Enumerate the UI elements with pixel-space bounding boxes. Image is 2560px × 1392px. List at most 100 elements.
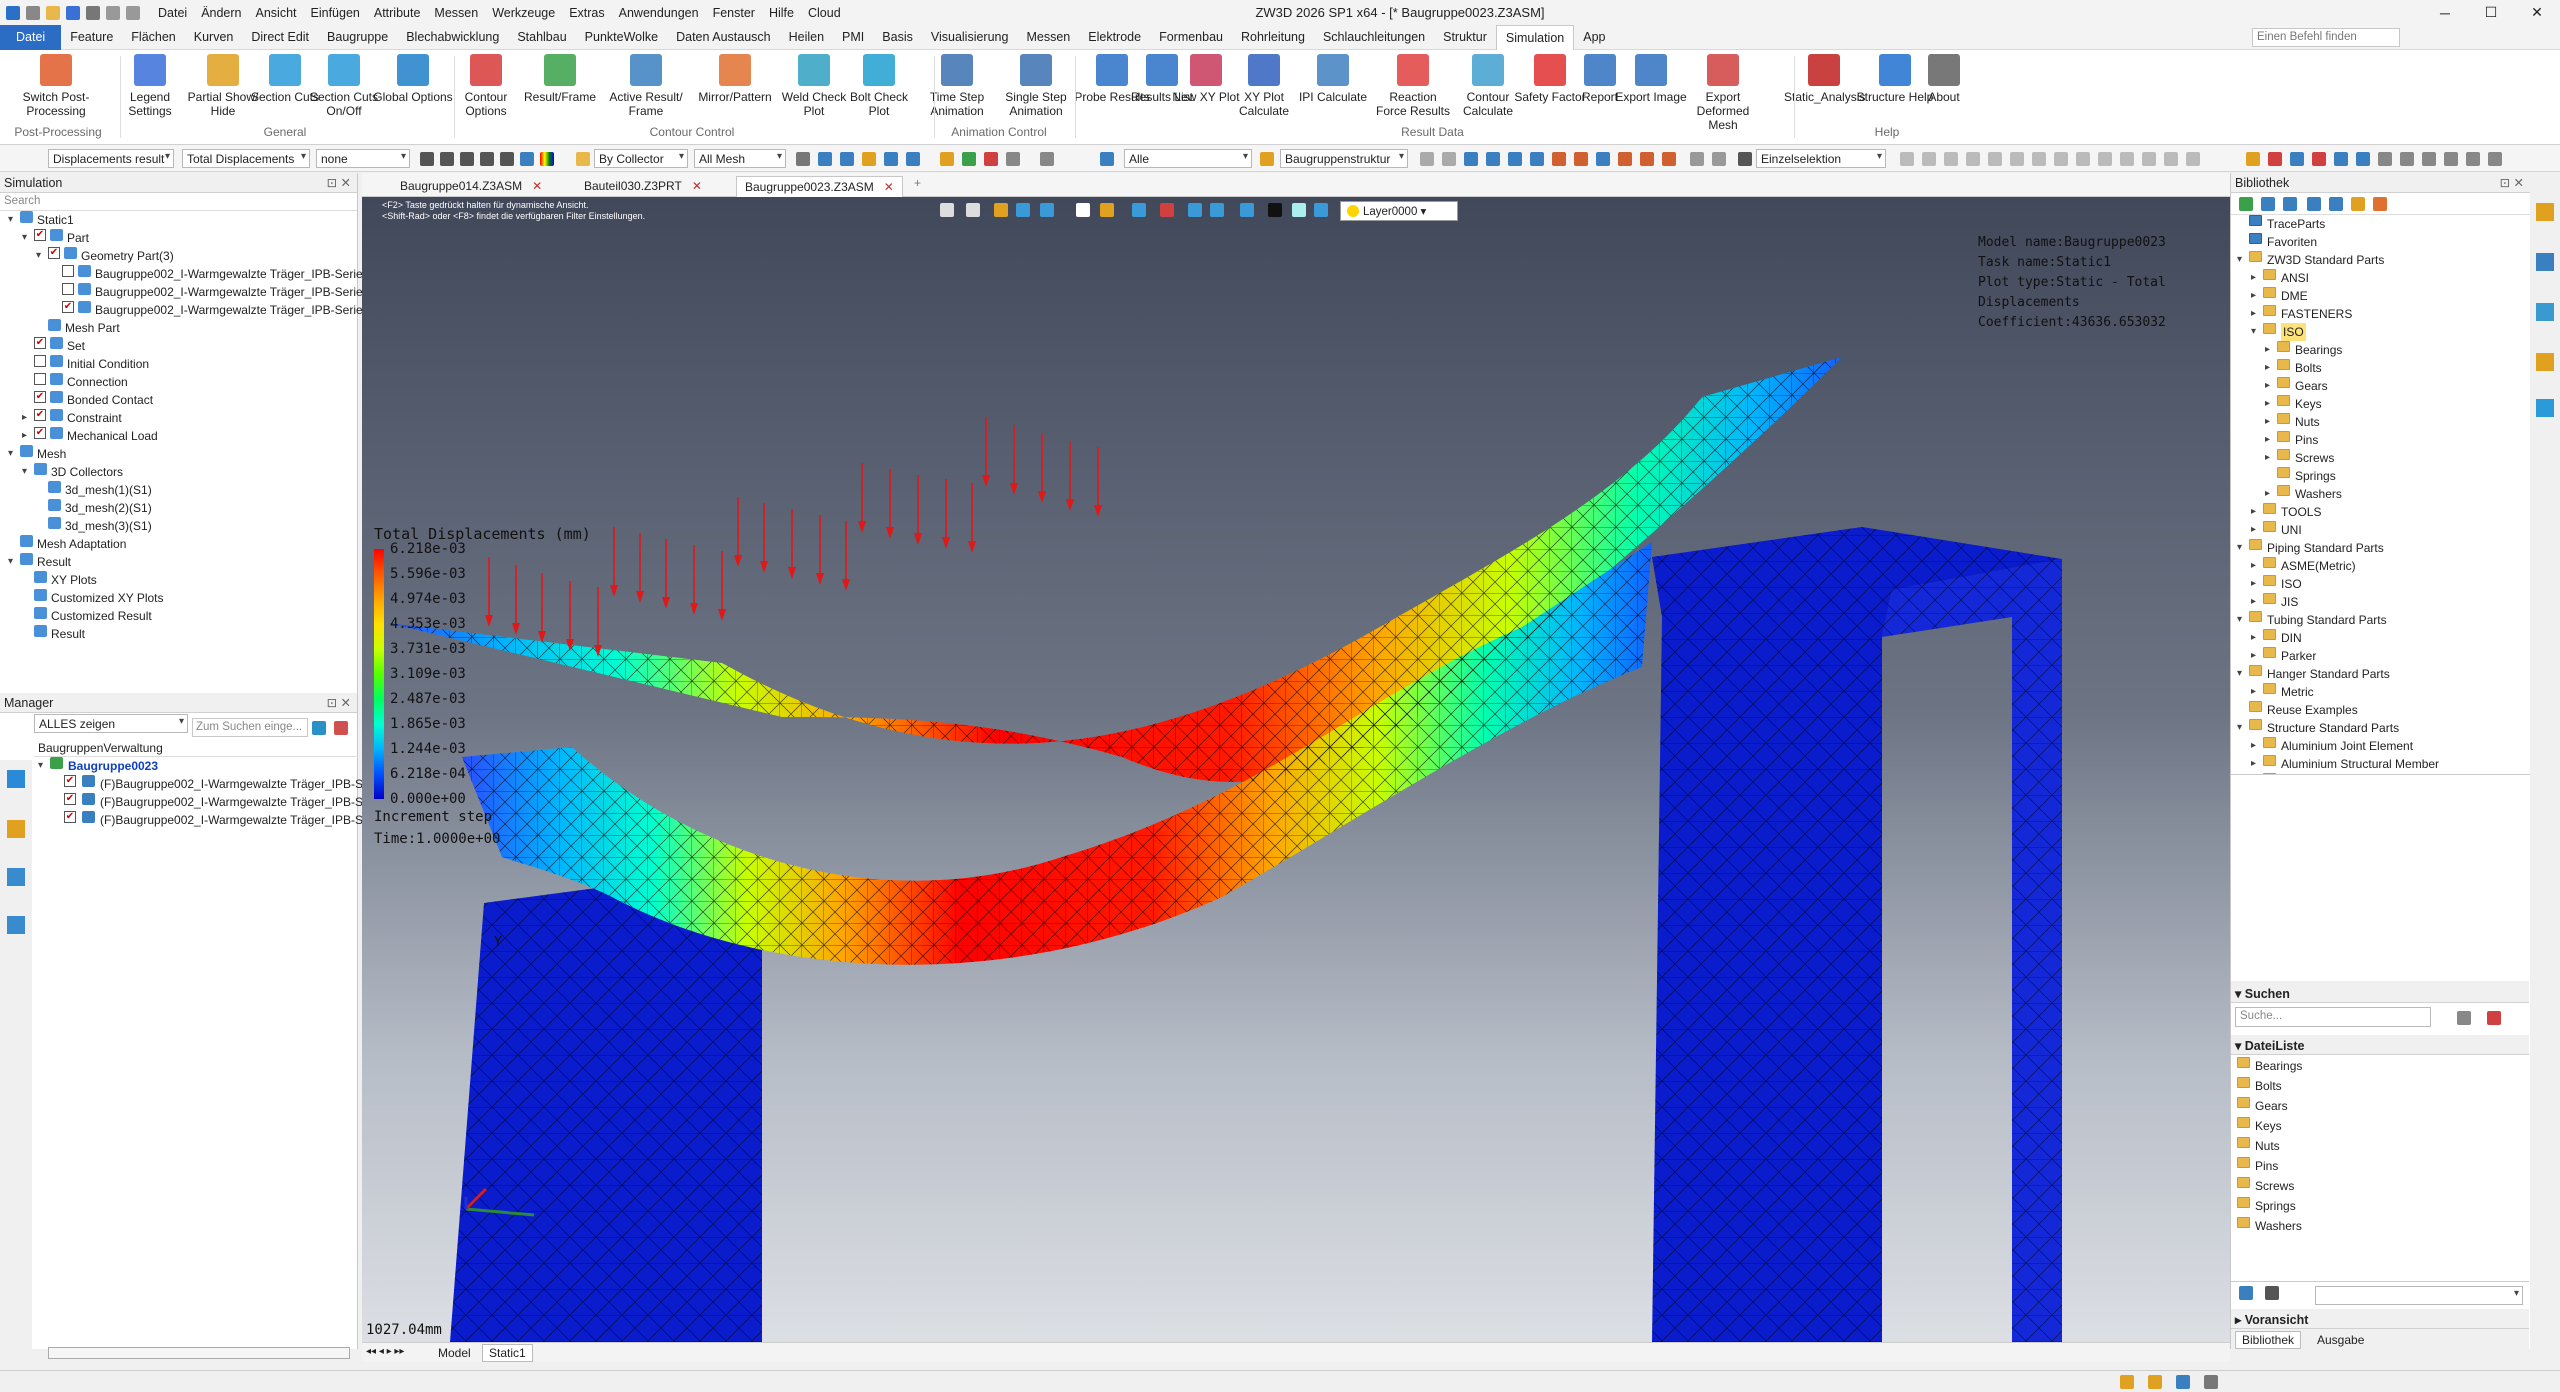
- ribbon-button[interactable]: Active Result/ Frame: [606, 54, 686, 118]
- lib-forward-icon[interactable]: [2283, 197, 2297, 211]
- status-d-icon[interactable]: [2204, 1375, 2218, 1389]
- snap-n-icon[interactable]: [2186, 152, 2200, 166]
- library-node[interactable]: ▸ ISO: [2231, 575, 2530, 593]
- ribbon-button[interactable]: Export Image: [1611, 54, 1691, 104]
- first-frame-icon[interactable]: [420, 152, 434, 166]
- prev-frame-icon[interactable]: [440, 152, 454, 166]
- last-frame-icon[interactable]: [500, 152, 514, 166]
- structure-dropdown[interactable]: Baugruppenstruktur: [1280, 149, 1408, 168]
- node-view-icon[interactable]: [906, 152, 920, 166]
- tree-node[interactable]: ▾ 3D Collectors: [0, 463, 357, 481]
- library-node[interactable]: ▾ ZW3D Standard Parts: [2231, 251, 2530, 269]
- ribbon-button[interactable]: About: [1904, 54, 1984, 104]
- snap-j-icon[interactable]: [2098, 152, 2112, 166]
- lib-tool-l-icon[interactable]: [2488, 152, 2502, 166]
- tree-node[interactable]: ▾ Result: [0, 553, 357, 571]
- lib-new-folder-icon[interactable]: [2373, 197, 2387, 211]
- library-node[interactable]: ▸ Screws: [2231, 449, 2530, 467]
- ribbon-tab[interactable]: Visualisierung: [922, 25, 1018, 50]
- tree-node[interactable]: Customized XY Plots: [0, 589, 357, 607]
- tool-m-icon[interactable]: [1690, 152, 1704, 166]
- new-file-icon[interactable]: [26, 5, 40, 20]
- tree-node[interactable]: 3d_mesh(2)(S1): [0, 499, 357, 517]
- checkbox[interactable]: ✔: [64, 775, 76, 787]
- expand-icon[interactable]: ▸: [2251, 305, 2256, 323]
- view-icon[interactable]: [796, 152, 810, 166]
- library-node[interactable]: ▸ DME: [2231, 287, 2530, 305]
- tool-l-icon[interactable]: [1662, 152, 1676, 166]
- expand-icon[interactable]: ▸: [2251, 593, 2256, 611]
- status-b-icon[interactable]: [2148, 1375, 2162, 1389]
- snap-l-icon[interactable]: [2142, 152, 2156, 166]
- tree-node[interactable]: XY Plots: [0, 571, 357, 589]
- ribbon-tab[interactable]: Daten Austausch: [667, 25, 780, 50]
- expand-icon[interactable]: ▸: [2251, 557, 2256, 575]
- expand-icon[interactable]: ▾: [8, 553, 13, 571]
- side-tool-d-icon[interactable]: [2536, 399, 2554, 417]
- expand-icon[interactable]: ▸: [2251, 755, 2256, 773]
- expand-icon[interactable]: ▸: [22, 427, 27, 445]
- tree-node[interactable]: ▾ ✔ Part: [0, 229, 357, 247]
- expand-icon[interactable]: ▸: [2251, 503, 2256, 521]
- expand-icon[interactable]: ▾: [38, 757, 43, 775]
- close-tab-icon[interactable]: ✕: [692, 179, 702, 193]
- minimize-icon[interactable]: ─: [2422, 0, 2468, 25]
- graphics-viewport[interactable]: <F2> Taste gedrückt halten für dynamisch…: [362, 197, 2230, 1342]
- view-grid-icon[interactable]: [2265, 1286, 2279, 1300]
- ribbon-tab[interactable]: Elektrode: [1079, 25, 1150, 50]
- checkbox[interactable]: [62, 283, 74, 295]
- expand-icon[interactable]: ▾: [2237, 611, 2242, 629]
- lib-tool-k-icon[interactable]: [2466, 152, 2480, 166]
- expand-icon[interactable]: ▸: [2265, 377, 2270, 395]
- ribbon-button[interactable]: Mirror/Pattern: [695, 54, 775, 104]
- expand-icon[interactable]: ▾: [2251, 323, 2256, 341]
- tab-model[interactable]: Model: [432, 1345, 477, 1361]
- ribbon-button[interactable]: Export Deformed Mesh: [1683, 54, 1763, 132]
- tool-g-icon[interactable]: [1552, 152, 1566, 166]
- color-bar-icon[interactable]: [540, 152, 554, 166]
- lib-folder-icon[interactable]: [2351, 197, 2365, 211]
- mesh-dropdown[interactable]: All Mesh: [694, 149, 786, 168]
- tool-j-icon[interactable]: [1618, 152, 1632, 166]
- expand-icon[interactable]: ▸: [2251, 629, 2256, 647]
- pick-icon[interactable]: [1006, 152, 1020, 166]
- library-node[interactable]: ▸ Steel Joint Element: [2231, 773, 2530, 774]
- menu-item[interactable]: Anwendungen: [619, 6, 699, 20]
- side-library-icon[interactable]: [2536, 203, 2554, 221]
- checkbox[interactable]: ✔: [62, 301, 74, 313]
- filelist-dropdown[interactable]: [2315, 1286, 2523, 1305]
- lib-add-icon[interactable]: [2239, 197, 2253, 211]
- expand-icon[interactable]: ▸: [2265, 395, 2270, 413]
- library-node[interactable]: ▸ Aluminium Structural Member: [2231, 755, 2530, 773]
- redo-icon[interactable]: [126, 5, 140, 20]
- assembly-root[interactable]: ▾ Baugruppe0023: [34, 757, 358, 775]
- file-item[interactable]: Gears: [2231, 1097, 2529, 1117]
- result-type-dropdown[interactable]: Displacements result: [48, 149, 174, 168]
- snap-b-icon[interactable]: [1922, 152, 1936, 166]
- library-node[interactable]: Favoriten: [2231, 233, 2530, 251]
- expand-icon[interactable]: ▸: [2251, 287, 2256, 305]
- manager-search-input[interactable]: Zum Suchen einge...: [192, 718, 308, 737]
- tool-b-icon[interactable]: [1442, 152, 1456, 166]
- library-node[interactable]: ▸ Metric: [2231, 683, 2530, 701]
- checkbox[interactable]: ✔: [34, 337, 46, 349]
- wire-icon[interactable]: [840, 152, 854, 166]
- tree-node[interactable]: Baugruppe002_I-Warmgewalzte Träger_IPB-S…: [0, 265, 363, 283]
- close-manager-icon[interactable]: ⊡ ✕: [327, 695, 351, 710]
- side-user-icon[interactable]: [7, 916, 25, 934]
- snap-k-icon[interactable]: [2120, 152, 2134, 166]
- ribbon-button[interactable]: Switch Post-Processing: [16, 54, 96, 118]
- library-node[interactable]: ▸ UNI: [2231, 521, 2530, 539]
- command-search-input[interactable]: Einen Befehl finden: [2252, 28, 2400, 47]
- menu-item[interactable]: Werkzeuge: [492, 6, 555, 20]
- tool-a-icon[interactable]: [1420, 152, 1434, 166]
- library-node[interactable]: ▸ Pins: [2231, 431, 2530, 449]
- close-panel-icon[interactable]: ⊡ ✕: [327, 175, 351, 190]
- library-node[interactable]: ▸ Gears: [2231, 377, 2530, 395]
- ribbon-button[interactable]: Time Step Animation: [917, 54, 997, 118]
- filter-icon[interactable]: [1040, 152, 1054, 166]
- selection-dropdown[interactable]: Einzelselektion: [1756, 149, 1886, 168]
- ribbon-button[interactable]: XY Plot Calculate: [1224, 54, 1304, 118]
- expand-icon[interactable]: ▾: [8, 211, 13, 229]
- expand-icon[interactable]: ▸: [2265, 431, 2270, 449]
